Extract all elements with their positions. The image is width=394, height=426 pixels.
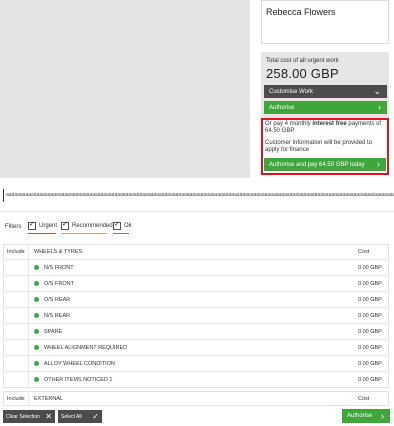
status-ok-icon (34, 377, 39, 382)
item-name: WHEEL ALIGNMENT REQUIRED (44, 344, 128, 351)
table-row[interactable]: O/S FRONT 0.00 GBP (4, 276, 388, 292)
filter-ok-checkbox[interactable]: Ok (113, 220, 132, 230)
clear-selection-label: Clear Selection (6, 413, 40, 420)
finance-offer-text: Or pay 4 monthly interest free payments … (265, 121, 385, 135)
authorise-label: Authorise (269, 104, 295, 111)
item-name: ALLOY WHEEL CONDITION (44, 360, 115, 367)
table-row[interactable]: N/S FRONT 0.00 GBP (4, 260, 388, 276)
authorise-and-pay-button[interactable]: Authorise and pay 64.50 GBP today › (264, 158, 386, 171)
include-cell[interactable] (4, 308, 29, 323)
item-name: N/S FRONT (44, 264, 74, 271)
divider (0, 211, 394, 212)
item-cost: 0.00 GBP (358, 328, 382, 335)
checkbox-checked-icon (61, 220, 69, 230)
table-row[interactable]: OTHER ITEMS NOTICED 1 0.00 GBP (4, 372, 388, 387)
authorise-and-pay-label: Authorise and pay 64.50 GBP today (269, 161, 365, 168)
filter-urgent-checkbox[interactable]: Urgent (28, 220, 58, 230)
total-cost-value: 258.00 GBP (266, 66, 339, 81)
status-ok-icon (34, 265, 39, 270)
select-all-label: Select All (61, 413, 82, 420)
filter-recommended-label: Recommended (72, 223, 113, 229)
include-cell[interactable] (4, 276, 29, 291)
finance-offer-bold: interest free (312, 121, 347, 127)
item-cost: 0.00 GBP (358, 376, 382, 383)
table-row[interactable]: ALLOY WHEEL CONDITION 0.00 GBP (4, 356, 388, 372)
checkmark-icon: ✓ (92, 411, 99, 421)
status-ok-icon (34, 313, 39, 318)
vehicle-media-placeholder (0, 0, 250, 178)
status-ok-icon (34, 281, 39, 286)
total-cost-label: Total cost of all urgent work (266, 58, 339, 64)
item-cost: 0.00 GBP (358, 296, 382, 303)
status-ok-icon (34, 329, 39, 334)
notes-input[interactable]: aaaaaaaaaaaaaaaaaaaaaaaaaaaaaaaaaaaaaaaa… (3, 189, 394, 202)
status-ok-icon (34, 297, 39, 302)
customer-name: Rebecca Flowers (266, 7, 336, 17)
customise-work-button[interactable]: Customise Work ⌄ (264, 85, 387, 98)
chevron-right-icon: › (378, 102, 381, 112)
chevron-right-icon: › (377, 159, 380, 169)
item-cost: 0.00 GBP (358, 360, 382, 367)
section-header: WHEELS & TYRES (34, 249, 83, 255)
item-name: SPARE (44, 328, 63, 335)
checkbox-checked-icon (28, 220, 36, 230)
include-cell[interactable] (4, 292, 29, 307)
item-cost: 0.00 GBP (358, 312, 382, 319)
cost-header: Cost (358, 249, 370, 255)
table-header-row: Include WHEELS & TYRES Cost (4, 245, 388, 260)
include-header: Include (4, 392, 29, 406)
item-cost: 0.00 GBP (358, 344, 382, 351)
include-cell[interactable] (4, 372, 29, 387)
checkbox-checked-icon (113, 220, 121, 230)
authorise-selected-label: Authorise (347, 413, 373, 419)
authorise-button[interactable]: Authorise › (264, 101, 387, 114)
item-name: OTHER ITEMS NOTICED 1 (44, 376, 113, 383)
item-name: N/S REAR (44, 312, 70, 319)
finance-offer-prefix: Or pay 4 monthly (265, 121, 313, 127)
recommended-underline (61, 233, 107, 234)
item-cost: 0.00 GBP (358, 280, 382, 287)
customise-work-label: Customise Work (269, 88, 313, 95)
select-all-button[interactable]: Select All ✓ (58, 410, 102, 423)
filter-recommended-checkbox[interactable]: Recommended (61, 220, 113, 230)
table-header-row: Include EXTERNAL Cost (4, 392, 388, 406)
urgent-underline (28, 233, 56, 234)
table-row[interactable]: O/S REAR 0.00 GBP (4, 292, 388, 308)
include-header: Include (4, 245, 29, 259)
table-row[interactable]: N/S REAR 0.00 GBP (4, 308, 388, 324)
authorise-selected-button[interactable]: Authorise › (342, 409, 390, 423)
filter-ok-label: Ok (124, 223, 132, 229)
chevron-right-icon: › (381, 410, 384, 421)
filter-urgent-label: Urgent (39, 223, 58, 229)
finance-info-text: Customer information will be provided to… (265, 140, 373, 153)
wheels-tyres-table: Include WHEELS & TYRES Cost N/S FRONT 0.… (3, 244, 389, 388)
external-table: Include EXTERNAL Cost (3, 391, 389, 406)
item-name: O/S REAR (44, 296, 71, 303)
ok-underline (113, 233, 129, 234)
cost-header: Cost (358, 396, 370, 402)
clear-selection-button[interactable]: Clear Selection ✕ (3, 410, 55, 423)
filters-label: Filters (5, 224, 22, 230)
include-cell[interactable] (4, 324, 29, 339)
include-cell[interactable] (4, 260, 29, 275)
include-cell[interactable] (4, 356, 29, 371)
status-ok-icon (34, 361, 39, 366)
section-header: EXTERNAL (34, 396, 64, 402)
item-cost: 0.00 GBP (358, 264, 382, 271)
status-ok-icon (34, 345, 39, 350)
include-cell[interactable] (4, 340, 29, 355)
close-icon: ✕ (45, 411, 52, 421)
chevron-down-icon: ⌄ (373, 86, 381, 96)
table-row[interactable]: SPARE 0.00 GBP (4, 324, 388, 340)
table-row[interactable]: WHEEL ALIGNMENT REQUIRED 0.00 GBP (4, 340, 388, 356)
item-name: O/S FRONT (44, 280, 74, 287)
